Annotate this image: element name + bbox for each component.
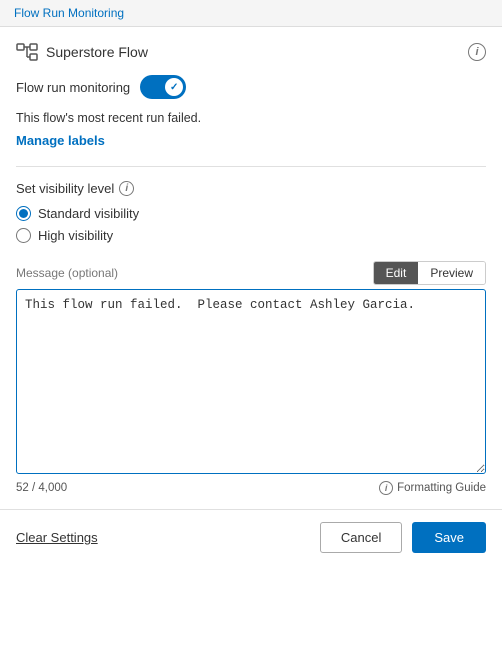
radio-standard-label: Standard visibility xyxy=(38,206,139,221)
formatting-guide-link[interactable]: i Formatting Guide xyxy=(379,481,486,495)
toggle-check-icon: ✓ xyxy=(170,82,178,93)
action-bar: Clear Settings Cancel Save xyxy=(0,509,502,565)
status-message: This flow's most recent run failed. xyxy=(16,111,486,125)
formatting-info-icon: i xyxy=(379,481,393,495)
breadcrumb-text[interactable]: Flow Run Monitoring xyxy=(14,6,124,20)
tab-edit[interactable]: Edit xyxy=(374,262,419,284)
message-footer: 52 / 4,000 i Formatting Guide xyxy=(16,481,486,495)
flow-run-monitoring-toggle[interactable]: ✓ xyxy=(140,75,186,99)
visibility-info-icon[interactable]: i xyxy=(119,181,134,196)
tab-preview[interactable]: Preview xyxy=(418,262,485,284)
toggle-row: Flow run monitoring ✓ xyxy=(16,75,486,99)
flow-name: Superstore Flow xyxy=(46,44,148,60)
toggle-label: Flow run monitoring xyxy=(16,80,130,95)
message-label: Message (optional) xyxy=(16,266,118,280)
visibility-section-label: Set visibility level i xyxy=(16,181,486,196)
message-section: Message (optional) Edit Preview 52 / 4,0… xyxy=(16,261,486,495)
radio-high[interactable] xyxy=(16,228,31,243)
header-info-icon[interactable]: i xyxy=(468,43,486,61)
radio-item-standard[interactable]: Standard visibility xyxy=(16,206,486,221)
save-button[interactable]: Save xyxy=(412,522,486,553)
breadcrumb-bar: Flow Run Monitoring xyxy=(0,0,502,27)
char-count: 52 / 4,000 xyxy=(16,482,67,494)
radio-item-high[interactable]: High visibility xyxy=(16,228,486,243)
clear-settings-button[interactable]: Clear Settings xyxy=(16,530,98,545)
header-left: Superstore Flow xyxy=(16,43,148,61)
flow-icon xyxy=(16,43,38,61)
main-panel: Superstore Flow i Flow run monitoring ✓ … xyxy=(0,27,502,495)
right-buttons: Cancel Save xyxy=(320,522,486,553)
toggle-thumb: ✓ xyxy=(165,78,183,96)
manage-labels-link[interactable]: Manage labels xyxy=(16,133,105,148)
message-header: Message (optional) Edit Preview xyxy=(16,261,486,285)
visibility-radio-group: Standard visibility High visibility xyxy=(16,206,486,243)
header-row: Superstore Flow i xyxy=(16,43,486,61)
message-textarea[interactable] xyxy=(16,289,486,474)
toggle-track: ✓ xyxy=(140,75,186,99)
divider xyxy=(16,166,486,167)
radio-high-label: High visibility xyxy=(38,228,113,243)
tab-group: Edit Preview xyxy=(373,261,486,285)
cancel-button[interactable]: Cancel xyxy=(320,522,402,553)
radio-standard[interactable] xyxy=(16,206,31,221)
